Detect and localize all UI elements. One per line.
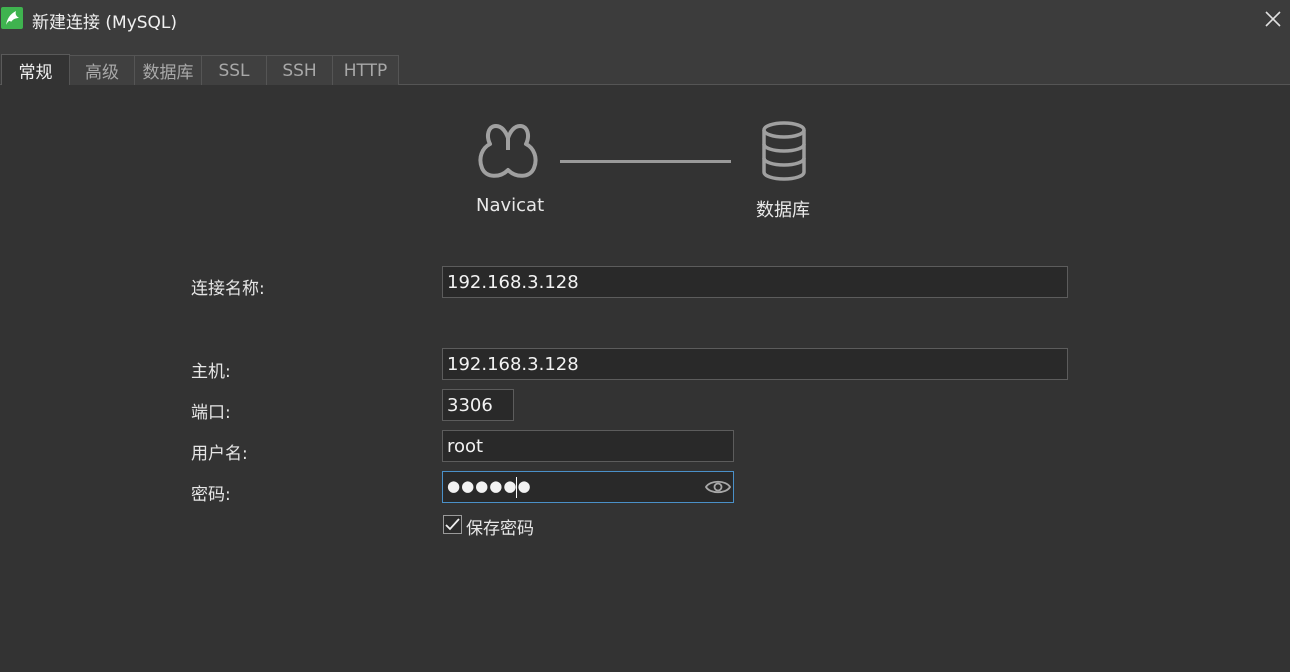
eye-icon (705, 480, 731, 494)
save-password-checkbox[interactable] (443, 515, 462, 534)
database-icon (762, 121, 806, 181)
close-button[interactable] (1256, 0, 1290, 38)
navicat-label: Navicat (476, 195, 545, 216)
tab-ssl[interactable]: SSL (201, 55, 267, 85)
host-label: 主机: (191, 362, 231, 382)
tab-advanced[interactable]: 高级 (69, 55, 135, 85)
tab-general[interactable]: 常规 (1, 54, 70, 85)
port-label: 端口: (191, 403, 231, 423)
text-cursor (516, 477, 517, 498)
connection-name-input[interactable] (442, 266, 1068, 298)
show-password-button[interactable] (704, 474, 732, 500)
username-label: 用户名: (191, 444, 248, 464)
password-label: 密码: (191, 485, 231, 505)
tab-http[interactable]: HTTP (332, 55, 399, 85)
navicat-logo-icon (478, 124, 538, 178)
navicat-dolphin-icon (1, 7, 23, 29)
window-title: 新建连接 (MySQL) (32, 13, 178, 33)
username-input[interactable] (442, 430, 734, 462)
password-input[interactable]: ●●●●●● (442, 471, 734, 503)
port-input[interactable] (442, 389, 514, 421)
tab-bar: 常规 高级 数据库 SSL SSH HTTP (0, 38, 1290, 85)
title-bar: 新建连接 (MySQL) (0, 0, 1290, 38)
close-icon (1265, 11, 1281, 27)
connection-name-label: 连接名称: (191, 279, 265, 299)
host-input[interactable] (442, 348, 1068, 380)
tab-databases[interactable]: 数据库 (134, 55, 202, 85)
save-password-label[interactable]: 保存密码 (466, 514, 534, 539)
checkmark-icon (445, 518, 460, 531)
database-label: 数据库 (756, 200, 810, 221)
connection-line (560, 160, 731, 163)
new-connection-dialog: 新建连接 (MySQL) 常规 高级 数据库 SSL SSH HTTP Navi… (0, 0, 1290, 672)
tab-ssh[interactable]: SSH (266, 55, 333, 85)
